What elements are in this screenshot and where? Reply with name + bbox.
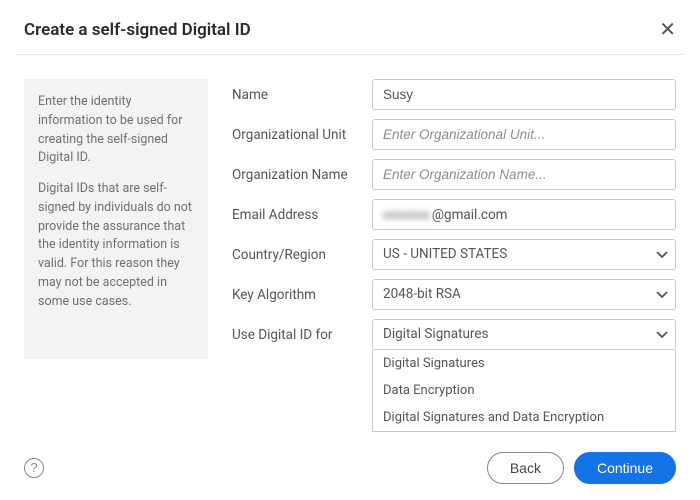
country-value: US - UNITED STATES <box>383 246 507 262</box>
email-input[interactable]: xxxxxxx@gmail.com <box>372 199 676 230</box>
form-row-org-name: Organization Name <box>232 159 676 190</box>
help-icon: ? <box>30 460 37 475</box>
form-panel: Name Organizational Unit Organization Na… <box>232 79 676 359</box>
key-algo-select[interactable]: 2048-bit RSA <box>372 279 676 310</box>
email-label: Email Address <box>232 207 372 223</box>
form-row-name: Name <box>232 79 676 110</box>
key-algo-value: 2048-bit RSA <box>383 286 461 302</box>
dialog-header: Create a self-signed Digital ID ✕ <box>0 0 700 54</box>
use-for-select[interactable]: Digital Signatures <box>372 319 676 350</box>
dialog-body: Enter the identity information to be use… <box>0 79 700 359</box>
form-row-org-unit: Organizational Unit <box>232 119 676 150</box>
close-button[interactable]: ✕ <box>659 20 676 40</box>
footer-actions: Back Continue <box>487 452 676 484</box>
use-for-label: Use Digital ID for <box>232 327 372 343</box>
country-label: Country/Region <box>232 247 372 263</box>
dialog-footer: ? Back Continue <box>24 452 676 484</box>
country-select[interactable]: US - UNITED STATES <box>372 239 676 270</box>
org-name-input[interactable] <box>372 159 676 190</box>
help-button[interactable]: ? <box>24 458 44 478</box>
header-divider <box>16 54 684 55</box>
name-input[interactable] <box>372 79 676 110</box>
use-for-option[interactable]: Digital Signatures and Data Encryption <box>373 404 675 431</box>
use-for-option[interactable]: Digital Signatures <box>373 350 675 377</box>
use-for-value: Digital Signatures <box>383 326 489 342</box>
form-row-key-algo: Key Algorithm 2048-bit RSA <box>232 279 676 310</box>
form-row-country: Country/Region US - UNITED STATES <box>232 239 676 270</box>
back-button[interactable]: Back <box>487 452 564 484</box>
dialog-title: Create a self-signed Digital ID <box>24 20 251 40</box>
use-for-dropdown: Digital Signatures Data Encryption Digit… <box>372 350 676 432</box>
org-unit-label: Organizational Unit <box>232 127 372 143</box>
close-icon: ✕ <box>659 19 676 41</box>
info-paragraph: Enter the identity information to be use… <box>38 93 194 168</box>
key-algo-label: Key Algorithm <box>232 287 372 303</box>
name-label: Name <box>232 87 372 103</box>
org-name-label: Organization Name <box>232 167 372 183</box>
continue-button[interactable]: Continue <box>574 452 676 484</box>
email-obscured-prefix: xxxxxxx <box>383 207 430 223</box>
info-paragraph: Digital IDs that are self-signed by indi… <box>38 180 194 311</box>
info-panel: Enter the identity information to be use… <box>24 79 208 359</box>
form-row-use-for: Use Digital ID for Digital Signatures Di… <box>232 319 676 350</box>
form-row-email: Email Address xxxxxxx@gmail.com <box>232 199 676 230</box>
org-unit-input[interactable] <box>372 119 676 150</box>
use-for-option[interactable]: Data Encryption <box>373 377 675 404</box>
email-suffix: @gmail.com <box>432 207 508 223</box>
